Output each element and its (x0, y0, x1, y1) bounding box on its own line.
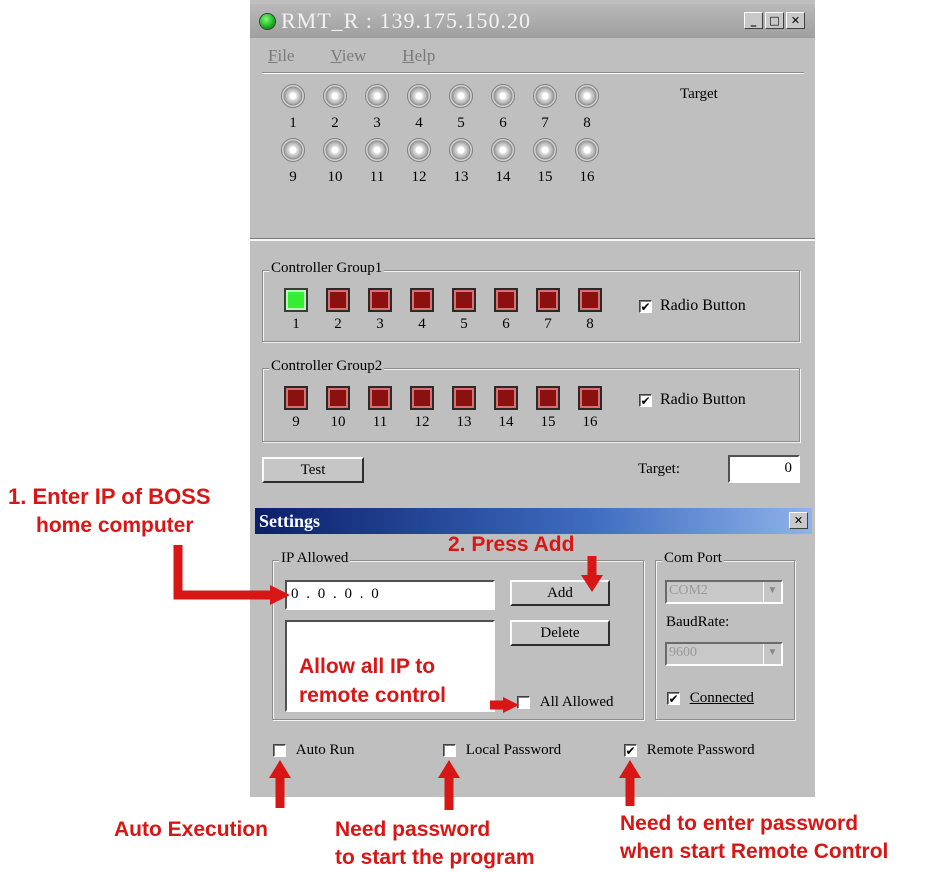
step2-arrow-head (581, 575, 603, 592)
local-password-annotation-2: to start the program (335, 846, 535, 869)
local-pw-arrow-head (438, 760, 460, 778)
remote-pw-arrow-head (619, 760, 641, 778)
remote-password-annotation: Need to enter password (620, 812, 859, 835)
step2-annotation: 2. Press Add (448, 533, 575, 556)
annotation-arrows (173, 545, 641, 810)
auto-run-arrow-head (269, 760, 291, 778)
allow-all-annotation-2: remote control (299, 684, 447, 707)
local-password-annotation: Need password (335, 818, 491, 841)
auto-execution-annotation: Auto Execution (114, 818, 269, 841)
step1-annotation: 1. Enter IP of BOSS (8, 484, 211, 509)
all-allowed-arrow-head (503, 697, 519, 713)
step1-annotation-2: home computer (36, 514, 194, 537)
step1-arrow-line (173, 545, 272, 600)
allow-all-annotation: Allow all IP to (299, 655, 436, 678)
step1-arrow-head (270, 585, 290, 605)
remote-password-annotation-2: when start Remote Control (620, 840, 889, 863)
